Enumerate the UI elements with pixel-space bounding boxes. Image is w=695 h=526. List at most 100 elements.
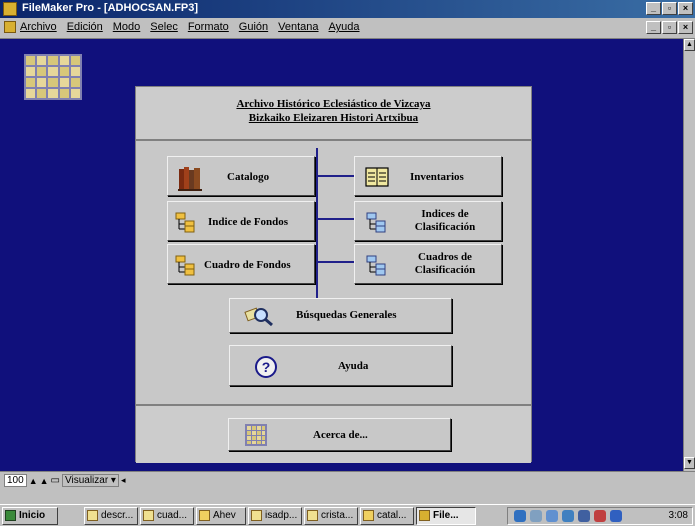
folder-tree-icon (175, 255, 195, 276)
doc-close-button[interactable]: × (678, 21, 693, 34)
indice-fondos-label: Indice de Fondos (208, 216, 289, 228)
start-label: Inicio (19, 510, 46, 521)
menu-archivo[interactable]: Archivo (20, 21, 57, 33)
title-bar: FileMaker Pro - [ADHOCSAN.FP3] _ ▫ × (0, 0, 695, 18)
task-label: Ahev (213, 510, 236, 521)
busquedas-generales-button[interactable]: Búsquedas Generales (229, 298, 452, 333)
restore-button[interactable]: ▫ (662, 2, 677, 15)
network-icon[interactable] (578, 510, 590, 522)
indices-clasificacion-label: Indices de Clasificación (395, 208, 495, 234)
cuadros-clasificacion-label: Cuadros de Clasificación (395, 251, 495, 277)
status-bar: 100 ▲ ▲ ▭ Visualizar ▾ ◂ (0, 471, 695, 490)
archive-title-eu: Bizkaiko Eleizaren Histori Artxibua (248, 112, 419, 124)
cuadros-label-line2: Clasificación (414, 264, 476, 276)
menu-guion[interactable]: Guión (239, 21, 268, 33)
doc-minimize-button[interactable]: _ (646, 21, 661, 34)
acerca-label: Acerca de... (313, 429, 368, 441)
cuadro-fondos-label: Cuadro de Fondos (204, 259, 291, 271)
svg-text:?: ? (262, 359, 271, 375)
document-window-controls: _ ▫ × (646, 21, 693, 34)
task-descr[interactable]: descr... (84, 507, 138, 525)
inventarios-button[interactable]: Inventarios (354, 156, 502, 196)
doc-icon (87, 510, 98, 521)
indices-label-line2: Clasificación (414, 221, 476, 233)
connector-vertical (316, 148, 318, 298)
task-label: File... (433, 510, 459, 521)
task-cuad[interactable]: cuad... (140, 507, 194, 525)
vertical-scrollbar[interactable]: ▲ ▼ (683, 39, 695, 471)
ie-icon[interactable] (514, 510, 526, 522)
books-icon (178, 167, 202, 191)
tray-app-icon[interactable] (610, 510, 622, 522)
menu-ventana[interactable]: Ventana (278, 21, 318, 33)
busquedas-label: Búsquedas Generales (296, 309, 397, 321)
filemaker-app-icon[interactable] (3, 2, 17, 16)
menu-formato[interactable]: Formato (188, 21, 229, 33)
folder-tree-icon (175, 212, 195, 233)
task-label: cuad... (157, 510, 188, 521)
system-tray: 3:08 (507, 507, 693, 525)
close-button[interactable]: × (678, 2, 693, 15)
acerca-de-button[interactable]: Acerca de... (228, 418, 451, 451)
connector-h2 (316, 218, 354, 220)
cuadros-label-line1: Cuadros de (418, 251, 472, 263)
view-mode-select[interactable]: Visualizar ▾ (61, 474, 119, 487)
catalogo-label: Catalogo (227, 171, 270, 183)
filemaker-icon (419, 510, 430, 521)
start-button[interactable]: Inicio (2, 507, 58, 525)
doc-icon (251, 510, 262, 521)
menu-selec[interactable]: Selec (150, 21, 178, 33)
panel-header: Archivo Histórico Eclesiástico de Vizcay… (136, 87, 531, 141)
cuadros-clasificacion-button[interactable]: Cuadros de Clasificación (354, 244, 502, 284)
minimize-button[interactable]: _ (646, 2, 661, 15)
scroll-left-icon[interactable]: ◂ (121, 475, 126, 486)
window-title: FileMaker Pro - [ADHOCSAN.FP3] (22, 2, 199, 14)
inventarios-label: Inventarios (410, 171, 464, 183)
panel-footer: Acerca de... (136, 404, 531, 463)
indice-fondos-button[interactable]: Indice de Fondos (167, 201, 315, 241)
folder-icon (363, 510, 374, 521)
indices-clasificacion-button[interactable]: Indices de Clasificación (354, 201, 502, 241)
folder-tree-blue-icon (366, 255, 386, 276)
zoom-level[interactable]: 100 (4, 474, 27, 487)
archive-title-es: Archivo Histórico Eclesiástico de Vizcay… (236, 98, 431, 110)
status-area-icon[interactable]: ▭ (51, 475, 60, 486)
menu-ayuda[interactable]: Ayuda (329, 21, 360, 33)
magnifier-icon (244, 307, 273, 327)
ayuda-button[interactable]: ? Ayuda (229, 345, 452, 386)
tray-app-icon[interactable] (562, 510, 574, 522)
zoom-out-icon[interactable]: ▲ (29, 476, 38, 486)
scroll-up-icon[interactable]: ▲ (684, 39, 695, 51)
desktop-icon[interactable] (530, 510, 542, 522)
doc-restore-button[interactable]: ▫ (662, 21, 677, 34)
menu-edicion[interactable]: Edición (67, 21, 103, 33)
windows-logo-icon (5, 510, 16, 521)
document-icon[interactable] (4, 21, 16, 33)
question-mark-icon: ? (255, 356, 277, 378)
main-menu-panel: Archivo Histórico Eclesiástico de Vizcay… (135, 86, 532, 463)
clock: 3:08 (668, 510, 688, 521)
tray-app-icon[interactable] (546, 510, 558, 522)
menu-bar: Archivo Edición Modo Selec Formato Guión… (0, 18, 695, 39)
task-label: descr... (101, 510, 134, 521)
task-catal[interactable]: catal... (360, 507, 414, 525)
folder-tree-blue-icon (366, 212, 386, 233)
task-crista[interactable]: crista... (304, 507, 358, 525)
task-ahev[interactable]: Ahev (196, 507, 246, 525)
task-filemaker[interactable]: File... (416, 507, 476, 525)
menu-modo[interactable]: Modo (113, 21, 141, 33)
doc-icon (143, 510, 154, 521)
grid-logo-icon (24, 54, 82, 100)
task-isadp[interactable]: isadp... (248, 507, 302, 525)
tray-app-icon[interactable] (594, 510, 606, 522)
view-mode-label: Visualizar (64, 475, 109, 486)
scroll-down-icon[interactable]: ▼ (684, 457, 695, 469)
indices-label-line1: Indices de (421, 208, 469, 220)
folder-icon (199, 510, 210, 521)
cuadro-fondos-button[interactable]: Cuadro de Fondos (167, 244, 315, 284)
taskbar: Inicio descr... cuad... Ahev isadp... cr… (0, 504, 695, 526)
ayuda-label: Ayuda (338, 360, 369, 372)
connector-h3 (316, 261, 354, 263)
catalogo-button[interactable]: Catalogo (167, 156, 315, 196)
zoom-in-icon[interactable]: ▲ (40, 476, 49, 486)
